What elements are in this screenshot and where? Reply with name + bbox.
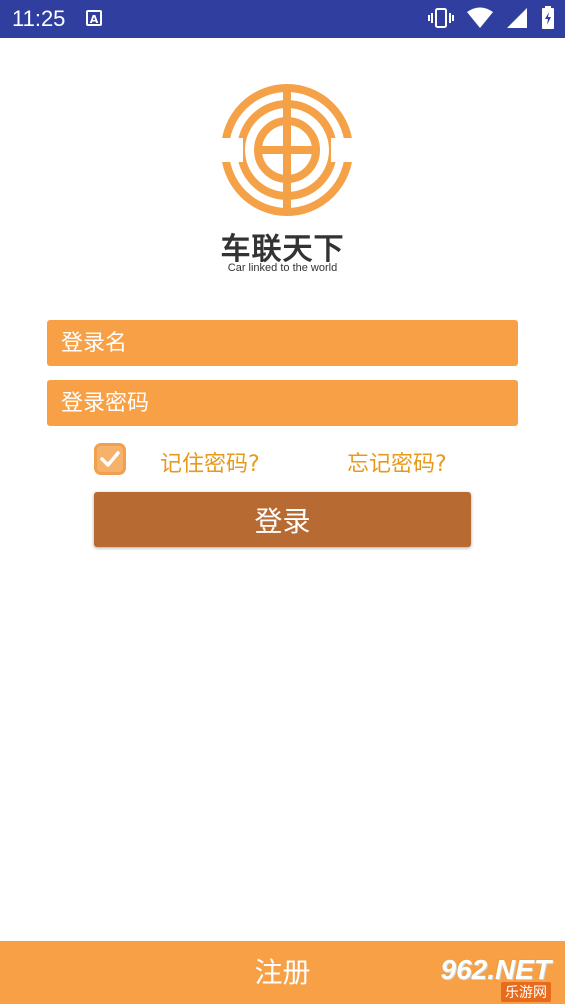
username-input[interactable] <box>47 320 518 366</box>
forgot-password-link[interactable]: 忘记密码? <box>347 446 447 478</box>
remember-checkbox[interactable] <box>94 443 126 475</box>
vibrate-icon <box>427 8 454 28</box>
checkmark-icon <box>100 451 120 467</box>
wifi-icon <box>466 7 493 28</box>
notification-icon: A <box>86 10 102 26</box>
signal-icon <box>506 8 527 28</box>
watermark-logo: 962.NET 乐游网 <box>429 954 559 1002</box>
brand-tagline: Car linked to the world <box>227 262 338 274</box>
status-icons <box>420 6 555 32</box>
status-time: 11:25 <box>12 6 66 31</box>
steering-wheel-logo <box>219 84 355 216</box>
remember-label[interactable]: 记住密码? <box>160 446 260 478</box>
status-bar: 11:25 A <box>0 0 565 38</box>
battery-icon <box>542 6 554 29</box>
password-input[interactable] <box>47 380 518 426</box>
watermark-subtitle: 乐游网 <box>501 982 551 1002</box>
login-button[interactable]: 登录 <box>94 492 471 547</box>
